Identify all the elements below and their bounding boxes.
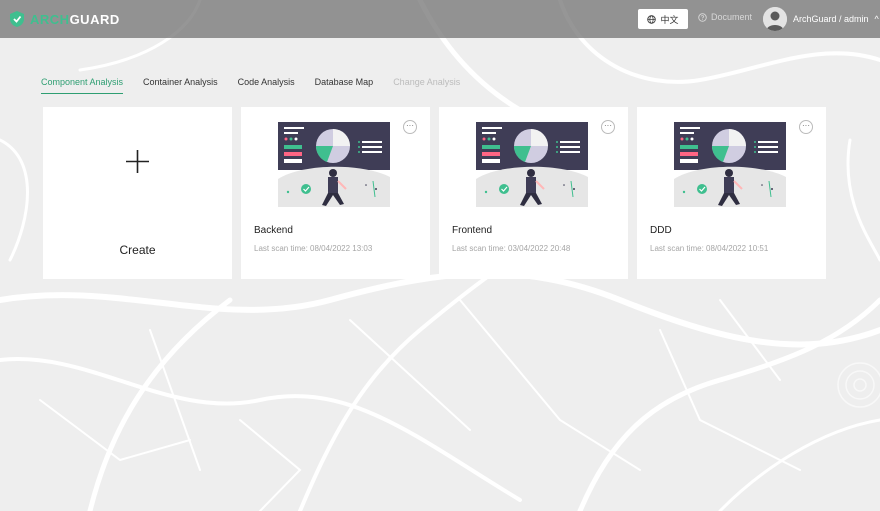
system-card-frontend[interactable]: ··· Frontend Last scan time: 03/04/2022 … (439, 107, 628, 279)
dashboard-illustration-icon (278, 122, 390, 207)
question-circle-icon (698, 12, 707, 22)
document-link[interactable]: Document (698, 12, 752, 22)
system-name: DDD (650, 225, 672, 236)
logo[interactable]: ARCHGUARD (8, 10, 120, 28)
tab-component-analysis[interactable]: Component Analysis (41, 77, 124, 94)
last-scan-time: Last scan time: 03/04/2022 20:48 (452, 244, 571, 253)
tab-code-analysis[interactable]: Code Analysis (238, 77, 295, 94)
create-label: Create (119, 243, 156, 257)
tab-change-analysis: Change Analysis (393, 77, 461, 87)
logo-text-guard: GUARD (69, 11, 120, 27)
last-scan-time: Last scan time: 08/04/2022 10:51 (650, 244, 769, 253)
language-button[interactable]: 中文 (638, 9, 688, 29)
user-menu[interactable]: ArchGuard / admin ^ (763, 7, 879, 31)
top-bar: ARCHGUARD 中文 Document ArchGuard / admin … (0, 0, 880, 38)
logo-text: ARCHGUARD (30, 12, 120, 27)
tab-container-analysis[interactable]: Container Analysis (143, 77, 218, 94)
shield-logo-icon (10, 11, 24, 27)
system-name: Frontend (452, 225, 493, 236)
chevron-up-icon: ^ (874, 14, 879, 24)
system-card-ddd[interactable]: ··· DDD Last scan time: 08/04/2022 10:51 (637, 107, 826, 279)
create-system-card[interactable]: Create (43, 107, 232, 279)
language-label: 中文 (660, 14, 679, 25)
system-name: Backend (254, 225, 293, 236)
dashboard-illustration-icon (674, 122, 786, 207)
analysis-tabs: Component Analysis Container Analysis Co… (41, 77, 460, 94)
dashboard-illustration-icon (476, 122, 588, 207)
last-scan-time: Last scan time: 08/04/2022 13:03 (254, 244, 373, 253)
avatar (763, 7, 787, 31)
more-options-icon[interactable]: ··· (799, 120, 813, 134)
plus-icon (126, 150, 149, 173)
system-card-backend[interactable]: ··· Backend Last scan time: 08/04/2022 1… (241, 107, 430, 279)
more-options-icon[interactable]: ··· (403, 120, 417, 134)
logo-text-arch: ARCH (30, 11, 70, 27)
more-options-icon[interactable]: ··· (601, 120, 615, 134)
tab-database-map[interactable]: Database Map (315, 77, 374, 94)
document-label: Document (711, 12, 753, 22)
user-label: ArchGuard / admin (793, 14, 869, 24)
user-avatar-icon (763, 7, 787, 31)
globe-icon (647, 14, 657, 24)
